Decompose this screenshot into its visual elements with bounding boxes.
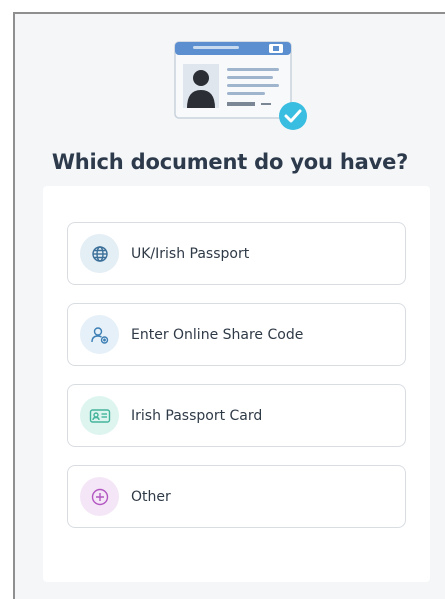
option-irish-passport-card[interactable]: Irish Passport Card <box>67 384 406 447</box>
option-label: Irish Passport Card <box>131 407 263 424</box>
option-online-share-code[interactable]: Enter Online Share Code <box>67 303 406 366</box>
option-other[interactable]: Other <box>67 465 406 528</box>
user-share-icon <box>80 315 119 354</box>
id-document-illustration <box>174 41 307 130</box>
id-card-icon <box>80 396 119 435</box>
document-options-panel: UK/Irish Passport Enter Online Share Cod… <box>43 186 430 582</box>
plus-circle-icon <box>80 477 119 516</box>
option-uk-irish-passport[interactable]: UK/Irish Passport <box>67 222 406 285</box>
option-label: UK/Irish Passport <box>131 245 250 262</box>
globe-icon <box>80 234 119 273</box>
verification-frame: Which document do you have? UK/Irish Pas… <box>13 12 445 599</box>
option-label: Enter Online Share Code <box>131 326 304 343</box>
page-title: Which document do you have? <box>51 150 409 174</box>
option-label: Other <box>131 488 171 505</box>
